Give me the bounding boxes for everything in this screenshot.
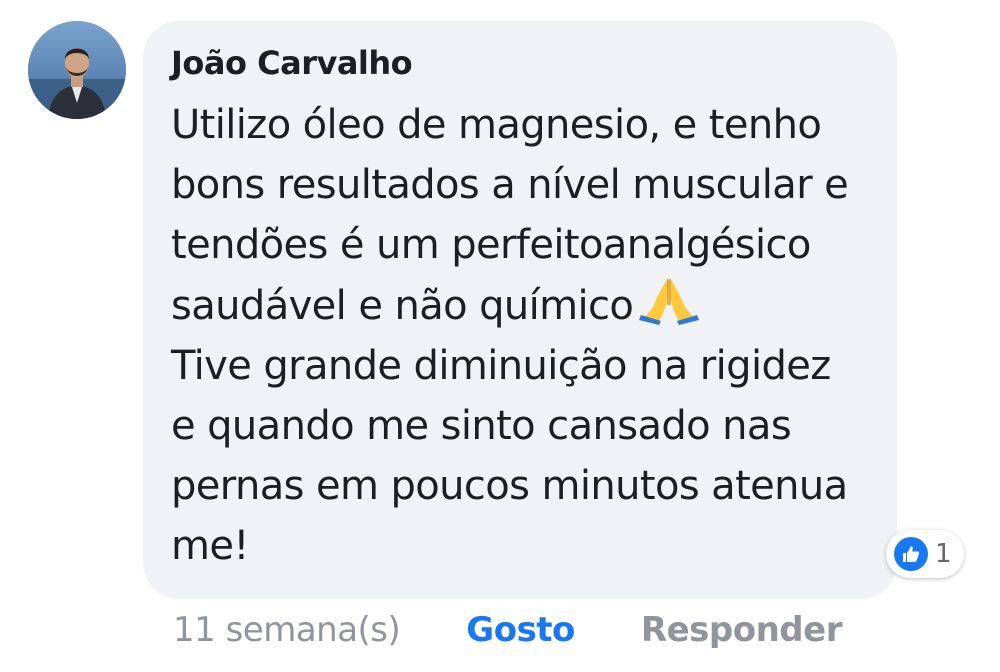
comment-text: Utilizo óleo de magnesio, e tenho bons r… <box>171 102 849 329</box>
avatar[interactable] <box>28 21 126 119</box>
thumbs-up-icon <box>894 537 928 571</box>
avatar-photo <box>28 21 126 119</box>
comment-author[interactable]: João Carvalho <box>171 41 873 85</box>
comment-container: João Carvalho Utilizo óleo de magnesio, … <box>0 0 1000 672</box>
like-button[interactable]: Gosto <box>466 610 575 650</box>
comment-body: Utilizo óleo de magnesio, e tenho bons r… <box>171 95 873 576</box>
comment-actions: 11 semana(s) Gosto Responder <box>173 604 842 656</box>
reaction-summary[interactable]: 1 <box>886 530 964 578</box>
reply-button[interactable]: Responder <box>641 610 843 650</box>
comment-timestamp[interactable]: 11 semana(s) <box>173 610 401 650</box>
comment-text-continued: Tive grande diminuição na rigidez e quan… <box>171 343 848 569</box>
reaction-count: 1 <box>935 539 952 569</box>
comment-bubble: João Carvalho Utilizo óleo de magnesio, … <box>143 21 897 599</box>
folded-hands-emoji <box>639 275 700 325</box>
